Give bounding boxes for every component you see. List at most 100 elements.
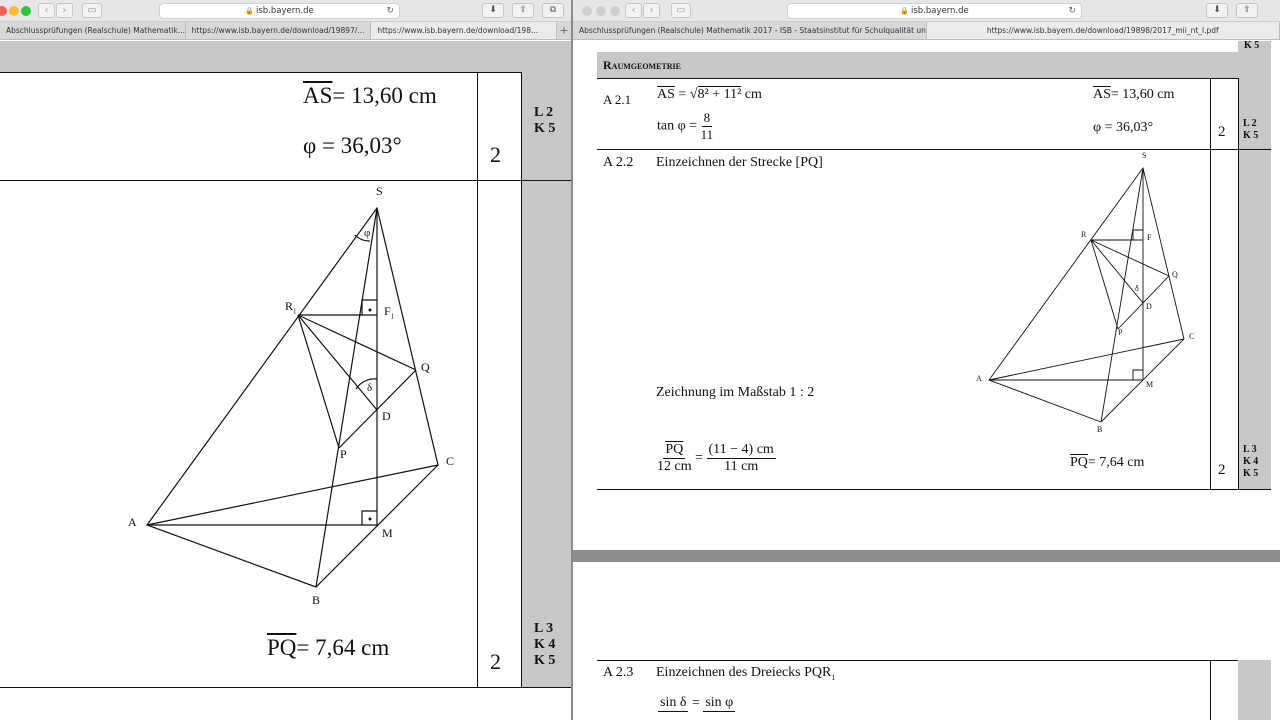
sidebar-icon[interactable]: ▭ — [671, 3, 691, 18]
task-title-a22: Einzeichnen der Strecke [PQ] — [656, 155, 823, 170]
fraction-right: sin φ — [703, 695, 736, 712]
tan-label: tan φ = — [657, 118, 698, 134]
download-icon[interactable]: ⬇ — [1206, 3, 1228, 18]
label-F: F — [384, 304, 391, 318]
frac-numerator: (11 − 4) cm — [706, 442, 776, 459]
tab-1[interactable]: Abschlussprüfungen (Realschule) Mathemat… — [573, 22, 927, 39]
rating-column — [1238, 660, 1271, 720]
tab-3[interactable]: https://www.isb.bayern.de/download/198..… — [371, 22, 558, 39]
phi-result: φ = 36,03° — [303, 133, 402, 158]
scale-note: Zeichnung im Maßstab 1 : 2 — [656, 385, 815, 400]
table-line — [0, 687, 571, 688]
sqrt-content: 8² + 11² — [697, 86, 742, 102]
as-result: AS= 13,60 cm — [303, 83, 437, 109]
frac-numerator: sin δ — [658, 695, 689, 712]
zoom-window-button[interactable] — [610, 6, 620, 16]
label-B: B — [1097, 425, 1103, 434]
label-R1: R1 — [285, 299, 297, 315]
label-R1: R — [1081, 230, 1087, 239]
right-browser-window: ‹ › ▭ 🔒 isb.bayern.de ↻ ⬇ ⇧ Abschlussprüf… — [573, 0, 1280, 720]
fraction-left: sin δ — [658, 695, 689, 712]
share-icon[interactable]: ⇧ — [512, 3, 534, 18]
tabs-overview-icon[interactable]: ⧉ — [542, 3, 564, 18]
table-line — [477, 72, 478, 688]
frac-denominator: 11 cm — [724, 459, 759, 474]
section-title: Raumgeometrie — [603, 58, 682, 72]
close-window-button[interactable] — [0, 6, 7, 16]
reload-icon[interactable]: ↻ — [386, 4, 394, 18]
table-line — [0, 72, 521, 73]
phi-result: φ = 36,03° — [1093, 120, 1154, 135]
as-value: = 13,60 cm — [332, 83, 437, 108]
table-line — [597, 149, 1271, 150]
tab-1[interactable]: Abschlussprüfungen (Realschule) Mathemat… — [0, 22, 186, 39]
right-url-bar[interactable]: 🔒 isb.bayern.de ↻ — [787, 3, 1082, 19]
table-line — [597, 660, 1271, 661]
tab-label: https://www.isb.bayern.de/download/19898… — [986, 26, 1219, 35]
as-formula: AS = √8² + 11² cm — [657, 86, 762, 102]
right-url-text: isb.bayern.de — [910, 6, 969, 16]
pq-value: = 7,64 cm — [296, 635, 390, 660]
rating-column — [1238, 41, 1271, 490]
as-label: AS — [303, 83, 333, 108]
table-line — [597, 78, 1239, 79]
back-icon[interactable]: ‹ — [38, 3, 55, 18]
tab-2[interactable]: https://www.isb.bayern.de/download/19898… — [926, 22, 1280, 39]
code-label: L 2 — [534, 105, 554, 120]
label-R: R — [285, 299, 294, 313]
label-C: C — [446, 454, 455, 468]
label-D: D — [382, 409, 391, 423]
code-label: L 2 — [1243, 118, 1257, 129]
sidebar-icon[interactable]: ▭ — [82, 3, 102, 18]
label-M: M — [1146, 380, 1154, 389]
code-label: L 3 — [1243, 444, 1257, 455]
code-label: K 5 — [534, 121, 556, 136]
code-label: K 5 — [1243, 130, 1259, 141]
share-icon[interactable]: ⇧ — [1236, 3, 1258, 18]
label-B: B — [312, 593, 321, 607]
forward-icon[interactable]: › — [643, 3, 660, 18]
reload-icon[interactable]: ↻ — [1068, 4, 1076, 18]
codes-a21: L 2 K 5 — [1243, 118, 1258, 142]
as-label: AS — [657, 87, 675, 102]
task-id-a21: A 2.1 — [603, 92, 632, 107]
fraction-left: PQ 12 cm — [657, 442, 692, 475]
back-icon[interactable]: ‹ — [625, 3, 642, 18]
label-S: S — [376, 184, 383, 198]
pyramid-figure-small — [988, 166, 1185, 423]
download-icon[interactable]: ⬇ — [482, 3, 504, 18]
label-P: P — [340, 447, 347, 461]
top-code: K 5 — [1244, 40, 1260, 51]
table-line — [521, 72, 522, 688]
task-id-a22: A 2.2 — [603, 155, 634, 170]
pq-proportion: PQ 12 cm = (11 − 4) cm 11 cm — [657, 442, 776, 475]
label-P: P — [1118, 328, 1123, 337]
label-F-sub: 1 — [390, 312, 395, 321]
label-Q: Q — [421, 360, 430, 374]
pq-value: = 7,64 cm — [1087, 455, 1145, 470]
zoom-window-button[interactable] — [21, 6, 31, 16]
codes-a22: L 3 K 4 K 5 — [1243, 444, 1258, 480]
lock-icon: 🔒 — [245, 7, 254, 15]
points-a22: 2 — [1218, 462, 1226, 478]
close-window-button[interactable] — [582, 6, 592, 16]
new-tab-icon[interactable]: + — [557, 22, 571, 39]
tab-2[interactable]: https://www.isb.bayern.de/download/19897… — [186, 22, 372, 39]
minimize-window-button[interactable] — [9, 6, 19, 16]
left-toolbar: ‹ › ▭ 🔒 isb.bayern.de ↻ ⬇ ⇧ ⧉ — [0, 0, 571, 22]
tan-formula: tan φ = 8 11 — [657, 110, 713, 143]
tan-numerator: 8 — [701, 110, 713, 127]
task-title-text: Einzeichnen des Dreiecks PQR — [656, 665, 832, 680]
label-F1: F1 — [384, 304, 394, 320]
left-url-bar[interactable]: 🔒 isb.bayern.de ↻ — [159, 3, 400, 19]
label-M: M — [382, 526, 393, 540]
tan-fraction: 8 11 — [701, 110, 714, 143]
page-top-band — [0, 41, 571, 72]
label-R-sub: 1 — [293, 307, 297, 316]
label-A: A — [128, 515, 137, 529]
tab-label: https://www.isb.bayern.de/download/198..… — [377, 26, 539, 35]
forward-icon[interactable]: › — [56, 3, 73, 18]
lock-icon: 🔒 — [900, 7, 909, 15]
code-label: K 5 — [1243, 468, 1259, 479]
minimize-window-button[interactable] — [596, 6, 606, 16]
